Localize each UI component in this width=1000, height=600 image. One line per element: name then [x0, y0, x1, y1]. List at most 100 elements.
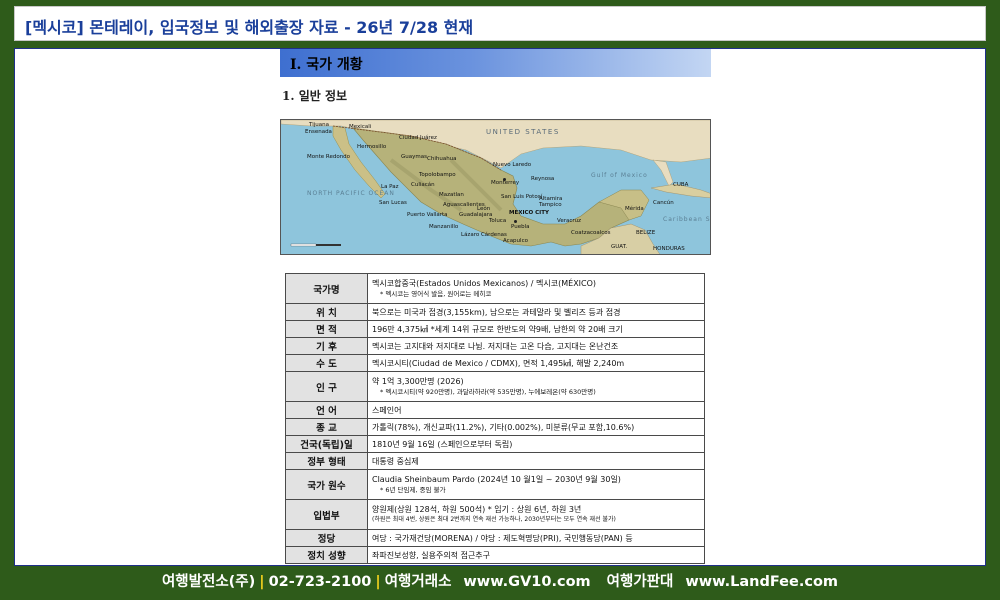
table-value-cell: 좌파진보성향, 실용주의적 접근추구	[367, 546, 705, 564]
table-value-cell: 멕시코시티(Ciudad de Mexico / CDMX), 면적 1,495…	[367, 354, 705, 372]
mexico-map: UNITED STATES NORTH PACIFIC OCEAN Gulf o…	[280, 119, 711, 255]
map-city-cancun: Cancún	[653, 200, 674, 206]
map-label-pacific: NORTH PACIFIC OCEAN	[307, 190, 395, 197]
footer-label-exchange: 여행거래소	[384, 574, 452, 590]
country-info-table: 국가명 멕시코합중국(Estados Unidos Mexicanos) / 멕시…	[285, 273, 705, 564]
table-value-line: 가톨릭(78%), 개신교파(11.2%), 기타(0.002%), 미분류(무…	[372, 422, 635, 432]
table-key-cell: 정치 성향	[285, 546, 368, 564]
map-city-acapulco: Acapulco	[503, 238, 528, 244]
map-city-hermosillo: Hermosillo	[357, 144, 387, 150]
table-value-cell: 대통령 중심제	[367, 452, 705, 470]
map-city-juarez: Ciudad Juárez	[399, 135, 437, 141]
table-value-line: 196만 4,375㎢ *세계 14위 규모로 한반도의 약9배, 남한의 약 …	[372, 324, 623, 334]
footer-company: 여행발전소(주)	[161, 574, 256, 590]
table-value-cell: 가톨릭(78%), 개신교파(11.2%), 기타(0.002%), 미분류(무…	[367, 418, 705, 436]
table-value-note: * 멕시코는 영어식 발음, 원어로는 메히코	[380, 290, 492, 298]
table-key-cell: 국가명	[285, 273, 368, 304]
map-city-leon: León	[477, 206, 491, 212]
map-city-coatzacoalcos: Coatzacoalcos	[571, 230, 611, 236]
table-value-line: 여당 : 국가재건당(MORENA) / 야당 : 제도혁명당(PRI), 국민…	[372, 533, 633, 543]
table-row: 건국(독립)일 1810년 9월 16일 (스페인으로부터 독립)	[285, 435, 705, 453]
sub-title: 1. 일반 정보	[282, 89, 348, 103]
map-city-manzanillo: Manzanillo	[429, 224, 459, 230]
table-value-line: 좌파진보성향, 실용주의적 접근추구	[372, 550, 491, 560]
map-label-honduras: HONDURAS	[653, 246, 685, 252]
map-city-nuevo-laredo: Nuevo Laredo	[493, 162, 532, 168]
table-row: 정당 여당 : 국가재건당(MORENA) / 야당 : 제도혁명당(PRI), …	[285, 529, 705, 547]
map-city-tampico: Tampico	[539, 202, 562, 208]
table-value-line: 멕시코시티(Ciudad de Mexico / CDMX), 면적 1,495…	[372, 358, 625, 368]
table-row: 인 구 약 1억 3,300만명 (2026) * 멕시코시티(약 920만명), …	[285, 371, 705, 402]
table-key-cell: 언 어	[285, 401, 368, 419]
map-city-toluca: Toluca	[489, 218, 507, 224]
section-title: Ⅰ. 국가 개황	[290, 57, 363, 73]
map-city-san-luis-potosi: San Luis Potosí	[501, 194, 543, 200]
table-key-cell: 입법부	[285, 499, 368, 530]
table-row: 수 도 멕시코시티(Ciudad de Mexico / CDMX), 면적 1,…	[285, 354, 705, 372]
table-row: 정치 성향 좌파진보성향, 실용주의적 접근추구	[285, 546, 705, 564]
table-value-cell: 약 1억 3,300만명 (2026) * 멕시코시티(약 920만명), 과달라…	[367, 371, 705, 402]
table-value-line: 스페인어	[372, 405, 402, 415]
table-key-cell: 위 치	[285, 303, 368, 321]
table-key-cell: 인 구	[285, 371, 368, 402]
table-value-cell: 양원제(상원 128석, 하원 500석) * 임기 : 상원 6년, 하원 3…	[367, 499, 705, 530]
table-value-line: 약 1억 3,300만명 (2026)	[372, 377, 464, 386]
footer-separator: |	[259, 574, 265, 590]
table-value-note: (하원은 최대 4번, 상원은 최대 2번까지 연속 재선 가능하나, 2030…	[372, 516, 616, 523]
country-info-body: 국가명 멕시코합중국(Estados Unidos Mexicanos) / 멕시…	[285, 273, 705, 564]
map-label-guatemala: GUAT.	[611, 244, 628, 250]
document-page: Ⅰ. 국가 개황 1. 일반 정보 UNITED STATES NORTH PA…	[280, 49, 712, 565]
table-value-cell: 멕시코합중국(Estados Unidos Mexicanos) / 멕시코(M…	[367, 273, 705, 304]
footer-link-landfee[interactable]: www.LandFee.com	[685, 574, 838, 590]
footer-link-gv10[interactable]: www.GV10.com	[463, 574, 590, 590]
footer-separator: |	[375, 574, 381, 590]
table-row: 언 어 스페인어	[285, 401, 705, 419]
table-value-line: 멕시코는 고지대와 저지대로 나뉨. 저지대는 고온 다습, 고지대는 온난건조	[372, 341, 619, 351]
map-city-puebla: Puebla	[511, 224, 530, 230]
map-city-ensenada: Ensenada	[305, 129, 332, 135]
table-row: 종 교 가톨릭(78%), 개신교파(11.2%), 기타(0.002%), 미분…	[285, 418, 705, 436]
table-value-line: 대통령 중심제	[372, 456, 419, 466]
map-city-guadalajara: Guadalajara	[459, 212, 493, 218]
table-value-cell: 1810년 9월 16일 (스페인으로부터 독립)	[367, 435, 705, 453]
section-banner: Ⅰ. 국가 개황	[280, 49, 711, 77]
map-city-mexicali: Mexicali	[349, 124, 372, 130]
table-row: 위 치 북으로는 미국과 접경(3,155km), 남으로는 과테말라 및 벨리즈…	[285, 303, 705, 321]
table-row: 기 후 멕시코는 고지대와 저지대로 나뉨. 저지대는 고온 다습, 고지대는 온…	[285, 337, 705, 355]
table-key-cell: 종 교	[285, 418, 368, 436]
table-row: 국가명 멕시코합중국(Estados Unidos Mexicanos) / 멕시…	[285, 273, 705, 304]
footer-phone[interactable]: 02-723-2100	[269, 574, 372, 590]
table-key-cell: 수 도	[285, 354, 368, 372]
footer-bar: 여행발전소(주) | 02-723-2100 | 여행거래소 www.GV10.com 여행…	[0, 568, 1000, 596]
map-city-veracruz: Veracruz	[557, 218, 582, 224]
table-value-note: * 6년 단임제, 중임 불가	[380, 486, 446, 494]
map-label-caribbean: Caribbean Sea	[663, 216, 710, 223]
document-viewer[interactable]: Ⅰ. 국가 개황 1. 일반 정보 UNITED STATES NORTH PA…	[14, 48, 986, 566]
map-city-la-paz: La Paz	[381, 184, 399, 190]
table-key-cell: 건국(독립)일	[285, 435, 368, 453]
table-value-line: 양원제(상원 128석, 하원 500석) * 임기 : 상원 6년, 하원 3…	[372, 505, 582, 514]
table-value-line: 북으로는 미국과 접경(3,155km), 남으로는 과테말라 및 벨리즈 등과…	[372, 307, 621, 317]
map-city-lazaro-cardenas: Lázaro Cárdenas	[461, 232, 507, 238]
map-city-merida: Mérida	[625, 206, 644, 212]
table-row: 정부 형태 대통령 중심제	[285, 452, 705, 470]
map-city-puerto-vallarta: Puerto Vallarta	[407, 212, 448, 218]
table-value-cell: 여당 : 국가재건당(MORENA) / 야당 : 제도혁명당(PRI), 국민…	[367, 529, 705, 547]
map-label-gulf: Gulf of Mexico	[591, 172, 648, 179]
table-value-cell: 멕시코는 고지대와 저지대로 나뉨. 저지대는 고온 다습, 고지대는 온난건조	[367, 337, 705, 355]
map-city-culiacan: Culiacán	[411, 182, 435, 188]
page-title: [멕시코] 몬테레이, 입국정보 및 해외출장 자료 - 26년 7/28 현재	[25, 18, 474, 37]
table-key-cell: 정부 형태	[285, 452, 368, 470]
map-city-san-lucas: San Lucas	[379, 200, 407, 206]
map-city-mazatlan: Mazatlan	[439, 192, 464, 198]
table-key-cell: 면 적	[285, 320, 368, 338]
table-value-note: * 멕시코시티(약 920만명), 과달라하라(약 535만명), 누에보레온(…	[380, 388, 596, 396]
table-key-cell: 기 후	[285, 337, 368, 355]
map-label-cuba: CUBA	[673, 182, 689, 188]
map-city-monte-redondo: Monte Redondo	[307, 154, 351, 160]
table-value-line: Claudia Sheinbaum Pardo (2024년 10 월1일 ~ …	[372, 475, 621, 484]
table-row: 입법부 양원제(상원 128석, 하원 500석) * 임기 : 상원 6년, 하…	[285, 499, 705, 530]
table-value-cell: Claudia Sheinbaum Pardo (2024년 10 월1일 ~ …	[367, 469, 705, 500]
map-monterrey-dot	[503, 178, 506, 181]
table-value-cell: 북으로는 미국과 접경(3,155km), 남으로는 과테말라 및 벨리즈 등과…	[367, 303, 705, 321]
